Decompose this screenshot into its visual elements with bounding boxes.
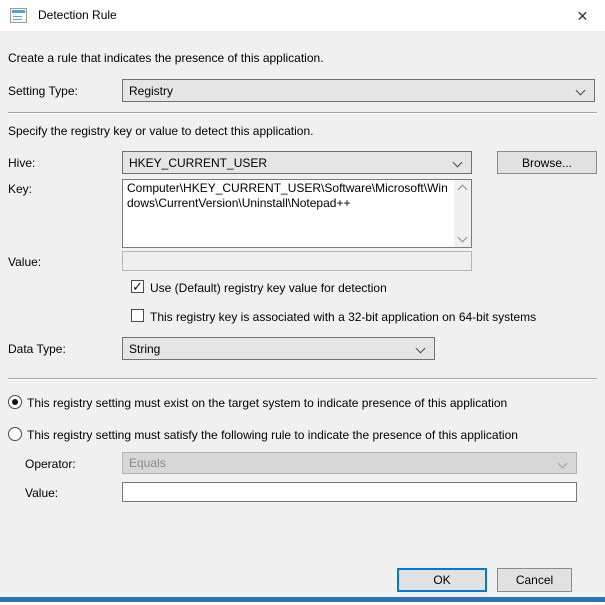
close-button[interactable]: ✕	[560, 0, 605, 31]
is-32bit-checkbox-label[interactable]: This registry key is associated with a 3…	[150, 310, 536, 324]
registry-instruction: Specify the registry key or value to det…	[8, 124, 314, 138]
key-textarea[interactable]: Computer\HKEY_CURRENT_USER\Software\Micr…	[123, 180, 454, 247]
operator-label: Operator:	[25, 457, 76, 471]
separator	[8, 378, 597, 380]
title-bar: Detection Rule ✕	[0, 0, 605, 31]
dialog-form-icon	[10, 8, 27, 23]
scroll-up-icon[interactable]	[458, 185, 468, 195]
data-type-combobox[interactable]: String	[122, 337, 435, 360]
separator	[8, 112, 597, 114]
ok-button[interactable]: OK	[397, 568, 487, 592]
setting-type-combobox[interactable]: Registry	[122, 79, 595, 102]
setting-type-value: Registry	[129, 84, 173, 98]
value-label: Value:	[8, 255, 41, 269]
intro-text: Create a rule that indicates the presenc…	[8, 51, 324, 65]
setting-type-label: Setting Type:	[8, 84, 78, 98]
chevron-down-icon	[416, 344, 426, 354]
must-exist-radio-label[interactable]: This registry setting must exist on the …	[27, 396, 507, 410]
data-type-value: String	[129, 342, 160, 356]
must-exist-radio[interactable]	[8, 395, 22, 409]
detection-rule-dialog: Detection Rule ✕ Create a rule that indi…	[0, 0, 605, 605]
browse-button-label: Browse...	[522, 156, 572, 170]
operator-value: Equals	[129, 456, 166, 470]
close-icon: ✕	[577, 9, 589, 23]
must-satisfy-radio[interactable]	[8, 427, 22, 441]
value-input	[122, 251, 472, 271]
key-scrollbar[interactable]	[454, 180, 471, 247]
window-title: Detection Rule	[38, 0, 117, 31]
use-default-checkbox-label[interactable]: Use (Default) registry key value for det…	[150, 281, 387, 295]
scroll-down-icon[interactable]	[458, 233, 468, 243]
operator-combobox: Equals	[122, 452, 577, 474]
key-field-container: Computer\HKEY_CURRENT_USER\Software\Micr…	[122, 179, 472, 248]
key-label: Key:	[8, 182, 32, 196]
hive-value: HKEY_CURRENT_USER	[129, 156, 267, 170]
browse-button[interactable]: Browse...	[497, 151, 597, 174]
rule-value-label: Value:	[25, 486, 58, 500]
dialog-body: Create a rule that indicates the presenc…	[0, 31, 605, 597]
is-32bit-checkbox[interactable]	[131, 309, 144, 322]
window-bottom-accent	[0, 597, 605, 602]
chevron-down-icon	[576, 86, 586, 96]
chevron-down-icon	[558, 459, 568, 469]
ok-button-label: OK	[433, 573, 450, 587]
must-satisfy-radio-label[interactable]: This registry setting must satisfy the f…	[27, 428, 518, 442]
hive-combobox[interactable]: HKEY_CURRENT_USER	[122, 151, 472, 174]
rule-value-input[interactable]	[122, 482, 577, 502]
cancel-button[interactable]: Cancel	[497, 568, 572, 592]
use-default-checkbox[interactable]	[131, 280, 144, 293]
hive-label: Hive:	[8, 156, 35, 170]
chevron-down-icon	[453, 158, 463, 168]
cancel-button-label: Cancel	[516, 573, 553, 587]
data-type-label: Data Type:	[8, 342, 66, 356]
